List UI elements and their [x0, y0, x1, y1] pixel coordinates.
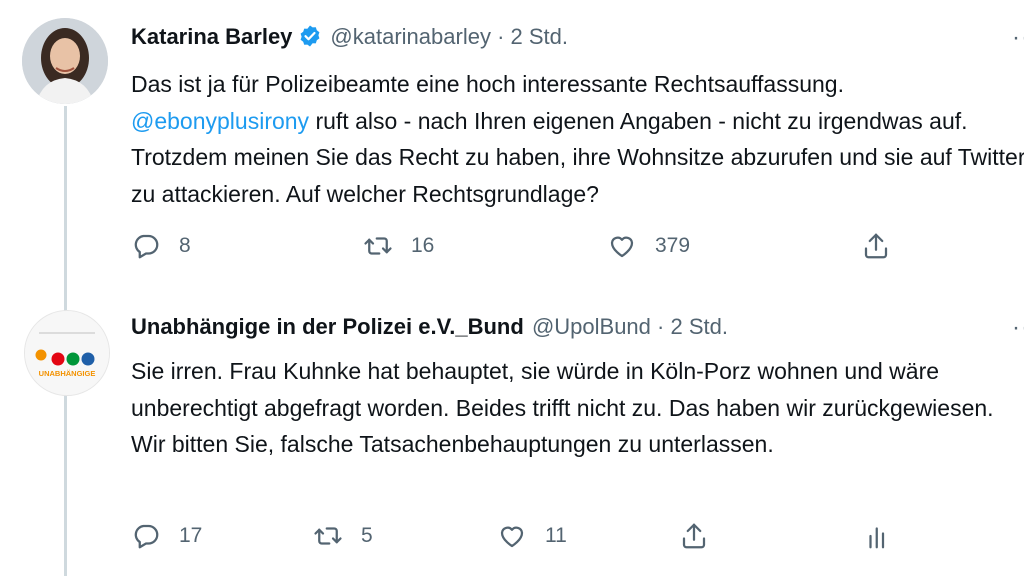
retweet-button[interactable]: 16 [363, 228, 434, 264]
reply-icon [134, 524, 159, 549]
reply-button[interactable]: 8 [131, 228, 191, 264]
author-handle[interactable]: @katarinabarley [330, 24, 491, 49]
tweet-header: Unabhängige in der Polizei e.V._Bund @Up… [131, 314, 728, 340]
reply-icon [134, 234, 159, 259]
analytics-button[interactable] [863, 518, 893, 554]
retweet-count: 5 [361, 524, 373, 547]
like-button[interactable]: 379 [607, 228, 690, 264]
retweet-icon [364, 237, 392, 255]
reply-count: 17 [179, 524, 203, 547]
like-count: 11 [545, 524, 567, 547]
avatar-portrait [22, 18, 108, 104]
tweet-text: Das ist ja für Polizeibeamte eine hoch i… [131, 66, 1024, 212]
author-name[interactable]: Katarina Barley [131, 24, 292, 49]
tweet-header: Katarina Barley @katarinabarley · 2 Std. [131, 24, 568, 50]
mention-link[interactable]: @ebonyplusirony [131, 108, 309, 134]
tweet-text-part: Das ist ja für Polizeibeamte eine hoch i… [131, 71, 844, 97]
tweet-katarina-barley[interactable]: Katarina Barley @katarinabarley · 2 Std. … [0, 0, 1024, 300]
verified-badge-icon [301, 25, 320, 47]
retweet-button[interactable]: 5 [313, 518, 373, 554]
share-icon [864, 233, 888, 259]
more-options-icon[interactable]: ·· [1012, 24, 1024, 52]
share-button[interactable] [679, 518, 709, 554]
avatar-logo-text: UNABHÄNGIGE [39, 369, 96, 378]
retweet-count: 16 [411, 234, 435, 257]
separator-dot: · [657, 314, 665, 339]
like-count: 379 [655, 234, 691, 257]
like-button[interactable]: 11 [497, 518, 567, 554]
timestamp[interactable]: 2 Std. [511, 24, 568, 49]
analytics-icon [869, 527, 885, 549]
like-icon [500, 526, 524, 548]
author-name[interactable]: Unabhängige in der Polizei e.V._Bund [131, 314, 524, 339]
author-handle[interactable]: @UpolBund [532, 314, 651, 339]
retweet-icon [314, 527, 342, 545]
reply-button[interactable]: 17 [131, 518, 202, 554]
separator-dot: · [497, 24, 505, 49]
tweet-text: Sie irren. Frau Kuhnke hat behauptet, si… [131, 358, 994, 457]
more-options-icon[interactable]: ·· [1012, 314, 1024, 342]
avatar-logo: UNABHÄNGIGE [25, 311, 109, 395]
avatar[interactable]: UNABHÄNGIGE [24, 310, 110, 396]
like-icon [610, 236, 634, 258]
share-icon [682, 523, 706, 549]
reply-count: 8 [179, 234, 191, 257]
tweet-upol-bund[interactable]: UNABHÄNGIGE Unabhängige in der Polizei e… [0, 300, 1024, 576]
share-button[interactable] [861, 228, 891, 264]
avatar[interactable] [22, 18, 108, 104]
timestamp[interactable]: 2 Std. [670, 314, 727, 339]
